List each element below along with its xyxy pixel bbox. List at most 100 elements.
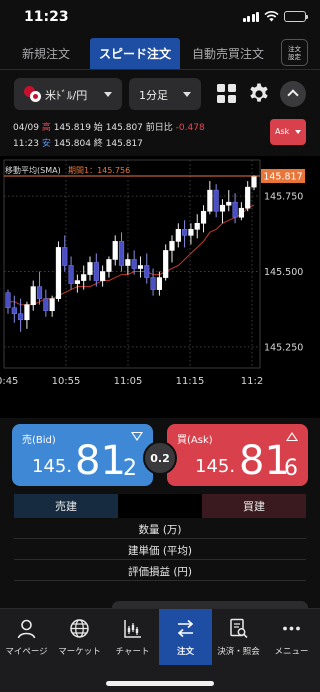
status-time: 11:23 <box>24 9 69 25</box>
tab-auto-trade-order[interactable]: 自動売買注文 <box>184 38 272 69</box>
chart-icon <box>124 620 141 638</box>
sell-price-last-digit: 2 <box>123 456 137 481</box>
triangle-down-icon <box>131 432 143 441</box>
chevron-up-icon <box>287 89 299 101</box>
candle-body <box>100 271 106 281</box>
signal-icon <box>242 11 259 22</box>
candle-body <box>188 229 194 236</box>
spread-badge: 0.2 <box>143 441 177 475</box>
candle-body <box>49 298 55 312</box>
order-settings-button[interactable]: 注文 設定 <box>281 39 308 66</box>
ask-bid-select[interactable]: Ask <box>270 119 306 145</box>
chevron-down-icon <box>295 130 301 134</box>
buy-price-last-digit: 6 <box>284 456 298 481</box>
low-label: 安 <box>41 139 51 149</box>
table-row: 評価損益 (円) <box>14 560 306 581</box>
candlestick-chart: 10:45 10:55 11:05 11:15 11:2 145.750 145.500 14… <box>0 159 305 387</box>
candle-body <box>175 229 181 242</box>
sell-price-main: 81 <box>75 438 126 484</box>
x-tick-label: 10:45 <box>0 376 18 387</box>
sell-button[interactable]: 売(Bid) 145. 81 2 <box>12 424 153 486</box>
chart-toolbar: 米ﾄﾞﾙ/円 1分足 <box>0 78 320 114</box>
nav-item-menu[interactable]: メニュー <box>265 609 318 665</box>
open-label: 始 <box>93 123 103 133</box>
x-tick-label: 11:15 <box>176 376 205 387</box>
nav-label-settlement: 決済・照会 <box>217 647 260 657</box>
candle-body <box>5 292 11 309</box>
collapse-button[interactable] <box>280 81 306 107</box>
close-value: 145.817 <box>105 139 143 149</box>
current-price-label: 145.817 <box>263 171 302 182</box>
candle-body <box>200 210 207 224</box>
buy-position-header[interactable]: 買建 <box>202 494 306 518</box>
order-tab-bar: 新規注文 スピード注文 自動売買注文 注文 設定 <box>0 36 320 70</box>
candle-body <box>169 241 175 251</box>
home-indicator <box>106 681 214 686</box>
period-select[interactable]: 1分足 <box>129 78 201 110</box>
person-icon <box>17 619 36 639</box>
sell-label: 売(Bid) <box>22 435 56 446</box>
change-value: -0.478 <box>175 123 205 133</box>
status-bar: 11:23 <box>0 0 320 36</box>
close-label: 終 <box>93 139 103 149</box>
candle-body <box>238 207 244 218</box>
candle-body <box>18 313 24 321</box>
y-tick-label: 145.500 <box>264 267 303 278</box>
nav-item-chart[interactable]: チャート <box>106 609 159 665</box>
bottom-nav: マイページ マーケット チャート 注文 決済・照会 メニュー <box>0 608 320 692</box>
candle-body <box>144 265 150 278</box>
sma-label: 移動平均(SMA) <box>5 166 61 175</box>
quantity-label: 数量 (万) <box>138 524 182 536</box>
average-price-label: 建単価 (平均) <box>127 545 193 557</box>
price-chart[interactable]: 10:45 10:55 11:05 11:15 11:2 145.750 145.500 14… <box>0 156 320 418</box>
sell-position-header[interactable]: 売建 <box>14 494 118 518</box>
nav-item-order[interactable]: 注文 <box>159 609 212 665</box>
jp-flag-icon <box>30 91 41 102</box>
high-label: 高 <box>41 123 51 133</box>
candle-body <box>245 186 251 209</box>
high-value: 145.819 <box>53 123 91 133</box>
ohlc-time: 11:23 <box>13 139 39 149</box>
candle-body <box>156 277 162 290</box>
buy-label: 買(Ask) <box>177 435 213 446</box>
order-settings-line1: 注文 <box>288 44 301 53</box>
nav-item-mypage[interactable]: マイページ <box>0 609 53 665</box>
candle-body <box>55 247 62 299</box>
candle-body <box>118 241 125 266</box>
chevron-down-icon <box>104 92 112 97</box>
open-value: 145.807 <box>105 123 143 133</box>
x-tick-label: 11:2 <box>241 376 263 387</box>
globe-icon <box>70 619 89 638</box>
table-row: 数量 (万) <box>14 518 306 539</box>
candle-body <box>43 298 49 312</box>
currency-pair-label: 米ﾄﾞﾙ/円 <box>45 89 88 102</box>
buy-price-main: 81 <box>239 438 290 484</box>
candle-body <box>30 286 36 305</box>
y-tick-label: 145.750 <box>264 192 303 203</box>
buy-button[interactable]: 買(Ask) 145. 81 6 <box>167 424 308 486</box>
gear-icon[interactable] <box>247 82 271 106</box>
table-row: 建単価 (平均) <box>14 539 306 560</box>
tab-new-order[interactable]: 新規注文 <box>6 38 86 69</box>
ohlc-row-1: 04/09 高 145.819 始 145.807 前日比 -0.478 <box>13 120 205 133</box>
status-icons <box>242 11 308 22</box>
nav-label-chart: チャート <box>115 647 150 657</box>
currency-pair-select[interactable]: 米ﾄﾞﾙ/円 <box>14 78 122 110</box>
document-search-icon <box>230 618 248 639</box>
nav-item-settlement[interactable]: 決済・照会 <box>212 609 265 665</box>
grid-layout-icon[interactable] <box>217 84 236 103</box>
change-label: 前日比 <box>145 123 173 133</box>
candle-body <box>11 307 17 315</box>
sell-price-prefix: 145. <box>32 456 73 477</box>
nav-label-menu: メニュー <box>274 647 309 657</box>
ohlc-row-2: 11:23 安 145.804 終 145.817 <box>13 136 143 149</box>
buy-price-prefix: 145. <box>195 456 236 477</box>
tab-speed-order[interactable]: スピード注文 <box>90 38 180 69</box>
swap-icon <box>177 619 194 638</box>
nav-item-market[interactable]: マーケット <box>53 609 106 665</box>
wifi-icon <box>264 11 279 22</box>
candle-body <box>213 189 219 212</box>
ohlc-date: 04/09 <box>13 123 39 133</box>
candle-body <box>93 262 99 281</box>
candle-body <box>125 259 131 266</box>
